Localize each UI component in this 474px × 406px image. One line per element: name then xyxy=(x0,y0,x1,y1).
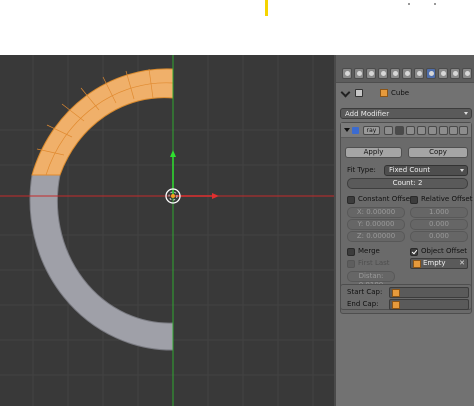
close-icon[interactable] xyxy=(459,126,468,135)
modifier-header: ray xyxy=(341,123,471,138)
cage-icon[interactable] xyxy=(428,126,437,135)
eye-icon[interactable] xyxy=(406,126,415,135)
relative-offset-x[interactable]: 1.000 xyxy=(410,207,468,218)
texture-icon xyxy=(453,71,458,76)
world-icon xyxy=(381,71,386,76)
constant-offset-x[interactable]: X: 0.00000 xyxy=(347,207,405,218)
render-layers-tab[interactable] xyxy=(354,68,364,79)
start-cap-field[interactable] xyxy=(389,287,469,298)
camera-icon xyxy=(345,71,350,76)
constant-offset-y[interactable]: Y: 0.00000 xyxy=(347,219,405,230)
merge-checkbox[interactable] xyxy=(347,248,355,256)
caps-panel: Start Cap: End Cap: xyxy=(340,284,472,310)
link-icon xyxy=(405,71,410,76)
wrench-icon xyxy=(429,71,434,76)
move-up-icon[interactable] xyxy=(439,126,448,135)
start-cap-label: Start Cap: xyxy=(347,288,383,296)
editmode-icon[interactable] xyxy=(395,126,404,135)
offset-object-field[interactable]: Empty ✕ xyxy=(410,258,468,269)
x-arrow-head xyxy=(212,193,219,199)
cube-icon xyxy=(393,71,398,76)
apply-button[interactable]: Apply xyxy=(345,147,402,158)
add-modifier-label: Add Modifier xyxy=(345,110,390,118)
cube-icon xyxy=(392,289,400,297)
count-field[interactable]: Count: 2 xyxy=(347,178,468,189)
properties-panel: Cube Add Modifier ray Apply Copy Fit Typ… xyxy=(334,55,474,406)
modifier-name-field[interactable]: ray xyxy=(363,126,380,135)
dot-marker xyxy=(408,3,410,5)
scene-icon xyxy=(355,89,363,97)
chevron-down-icon xyxy=(460,169,464,172)
constant-offset-label: Constant Offset xyxy=(358,195,413,203)
array-modifier-icon xyxy=(352,127,359,134)
panel-header xyxy=(336,55,474,65)
layers-icon xyxy=(357,71,362,76)
mesh-icon xyxy=(417,71,422,76)
viewport-scene[interactable] xyxy=(0,55,334,406)
material-icon xyxy=(441,71,446,76)
object-data-tab[interactable] xyxy=(414,68,424,79)
edit-cage-icon[interactable] xyxy=(384,126,393,135)
particles-icon xyxy=(465,71,470,76)
merge-distance-field[interactable]: Distan: 0.0100 xyxy=(347,271,395,289)
text-cursor-marker xyxy=(265,0,268,16)
properties-tabs xyxy=(336,65,474,83)
particles-tab[interactable] xyxy=(462,68,472,79)
dot-marker xyxy=(434,3,436,5)
pin-icon[interactable] xyxy=(340,87,351,98)
first-last-label: First Last xyxy=(358,259,390,267)
clear-object-icon[interactable]: ✕ xyxy=(459,259,465,268)
scene-tab[interactable] xyxy=(366,68,376,79)
fit-type-select[interactable]: Fixed Count xyxy=(384,165,468,176)
render-tab[interactable] xyxy=(342,68,352,79)
merge-label: Merge xyxy=(358,247,380,255)
object-tab[interactable] xyxy=(390,68,400,79)
relative-offset-y[interactable]: 0.000 xyxy=(410,219,468,230)
context-breadcrumb: Cube xyxy=(336,83,474,103)
fit-type-value: Fixed Count xyxy=(389,166,431,174)
cube-icon xyxy=(380,89,388,97)
collapse-triangle-icon[interactable] xyxy=(344,128,350,132)
object-origin xyxy=(171,194,175,198)
arrayed-mesh-copy xyxy=(29,174,174,351)
copy-button[interactable]: Copy xyxy=(408,147,468,158)
relative-offset-label: Relative Offset xyxy=(421,195,473,203)
constant-offset-checkbox[interactable] xyxy=(347,196,355,204)
cube-icon xyxy=(413,260,421,268)
move-down-icon[interactable] xyxy=(449,126,458,135)
modifiers-tab[interactable] xyxy=(426,68,436,79)
object-name: Cube xyxy=(391,89,410,97)
object-offset-checkbox[interactable] xyxy=(410,248,418,256)
cube-icon xyxy=(392,301,400,309)
relative-offset-z[interactable]: 0.000 xyxy=(410,231,468,242)
3d-viewport[interactable] xyxy=(0,55,334,406)
scene-icon xyxy=(369,71,374,76)
chevron-down-icon xyxy=(464,112,468,115)
material-tab[interactable] xyxy=(438,68,448,79)
relative-offset-checkbox[interactable] xyxy=(410,196,418,204)
top-region xyxy=(0,0,474,55)
constraints-tab[interactable] xyxy=(402,68,412,79)
fit-type-label: Fit Type: xyxy=(347,166,376,174)
y-arrow-head xyxy=(170,150,176,157)
constant-offset-z[interactable]: Z: 0.00000 xyxy=(347,231,405,242)
end-cap-field[interactable] xyxy=(389,299,469,310)
object-offset-label: Object Offset xyxy=(421,247,468,255)
texture-tab[interactable] xyxy=(450,68,460,79)
camera-render-icon[interactable] xyxy=(417,126,426,135)
offset-object-name: Empty xyxy=(423,259,446,267)
add-modifier-dropdown[interactable]: Add Modifier xyxy=(340,108,472,119)
world-tab[interactable] xyxy=(378,68,388,79)
first-last-checkbox[interactable] xyxy=(347,260,355,268)
end-cap-label: End Cap: xyxy=(347,300,379,308)
